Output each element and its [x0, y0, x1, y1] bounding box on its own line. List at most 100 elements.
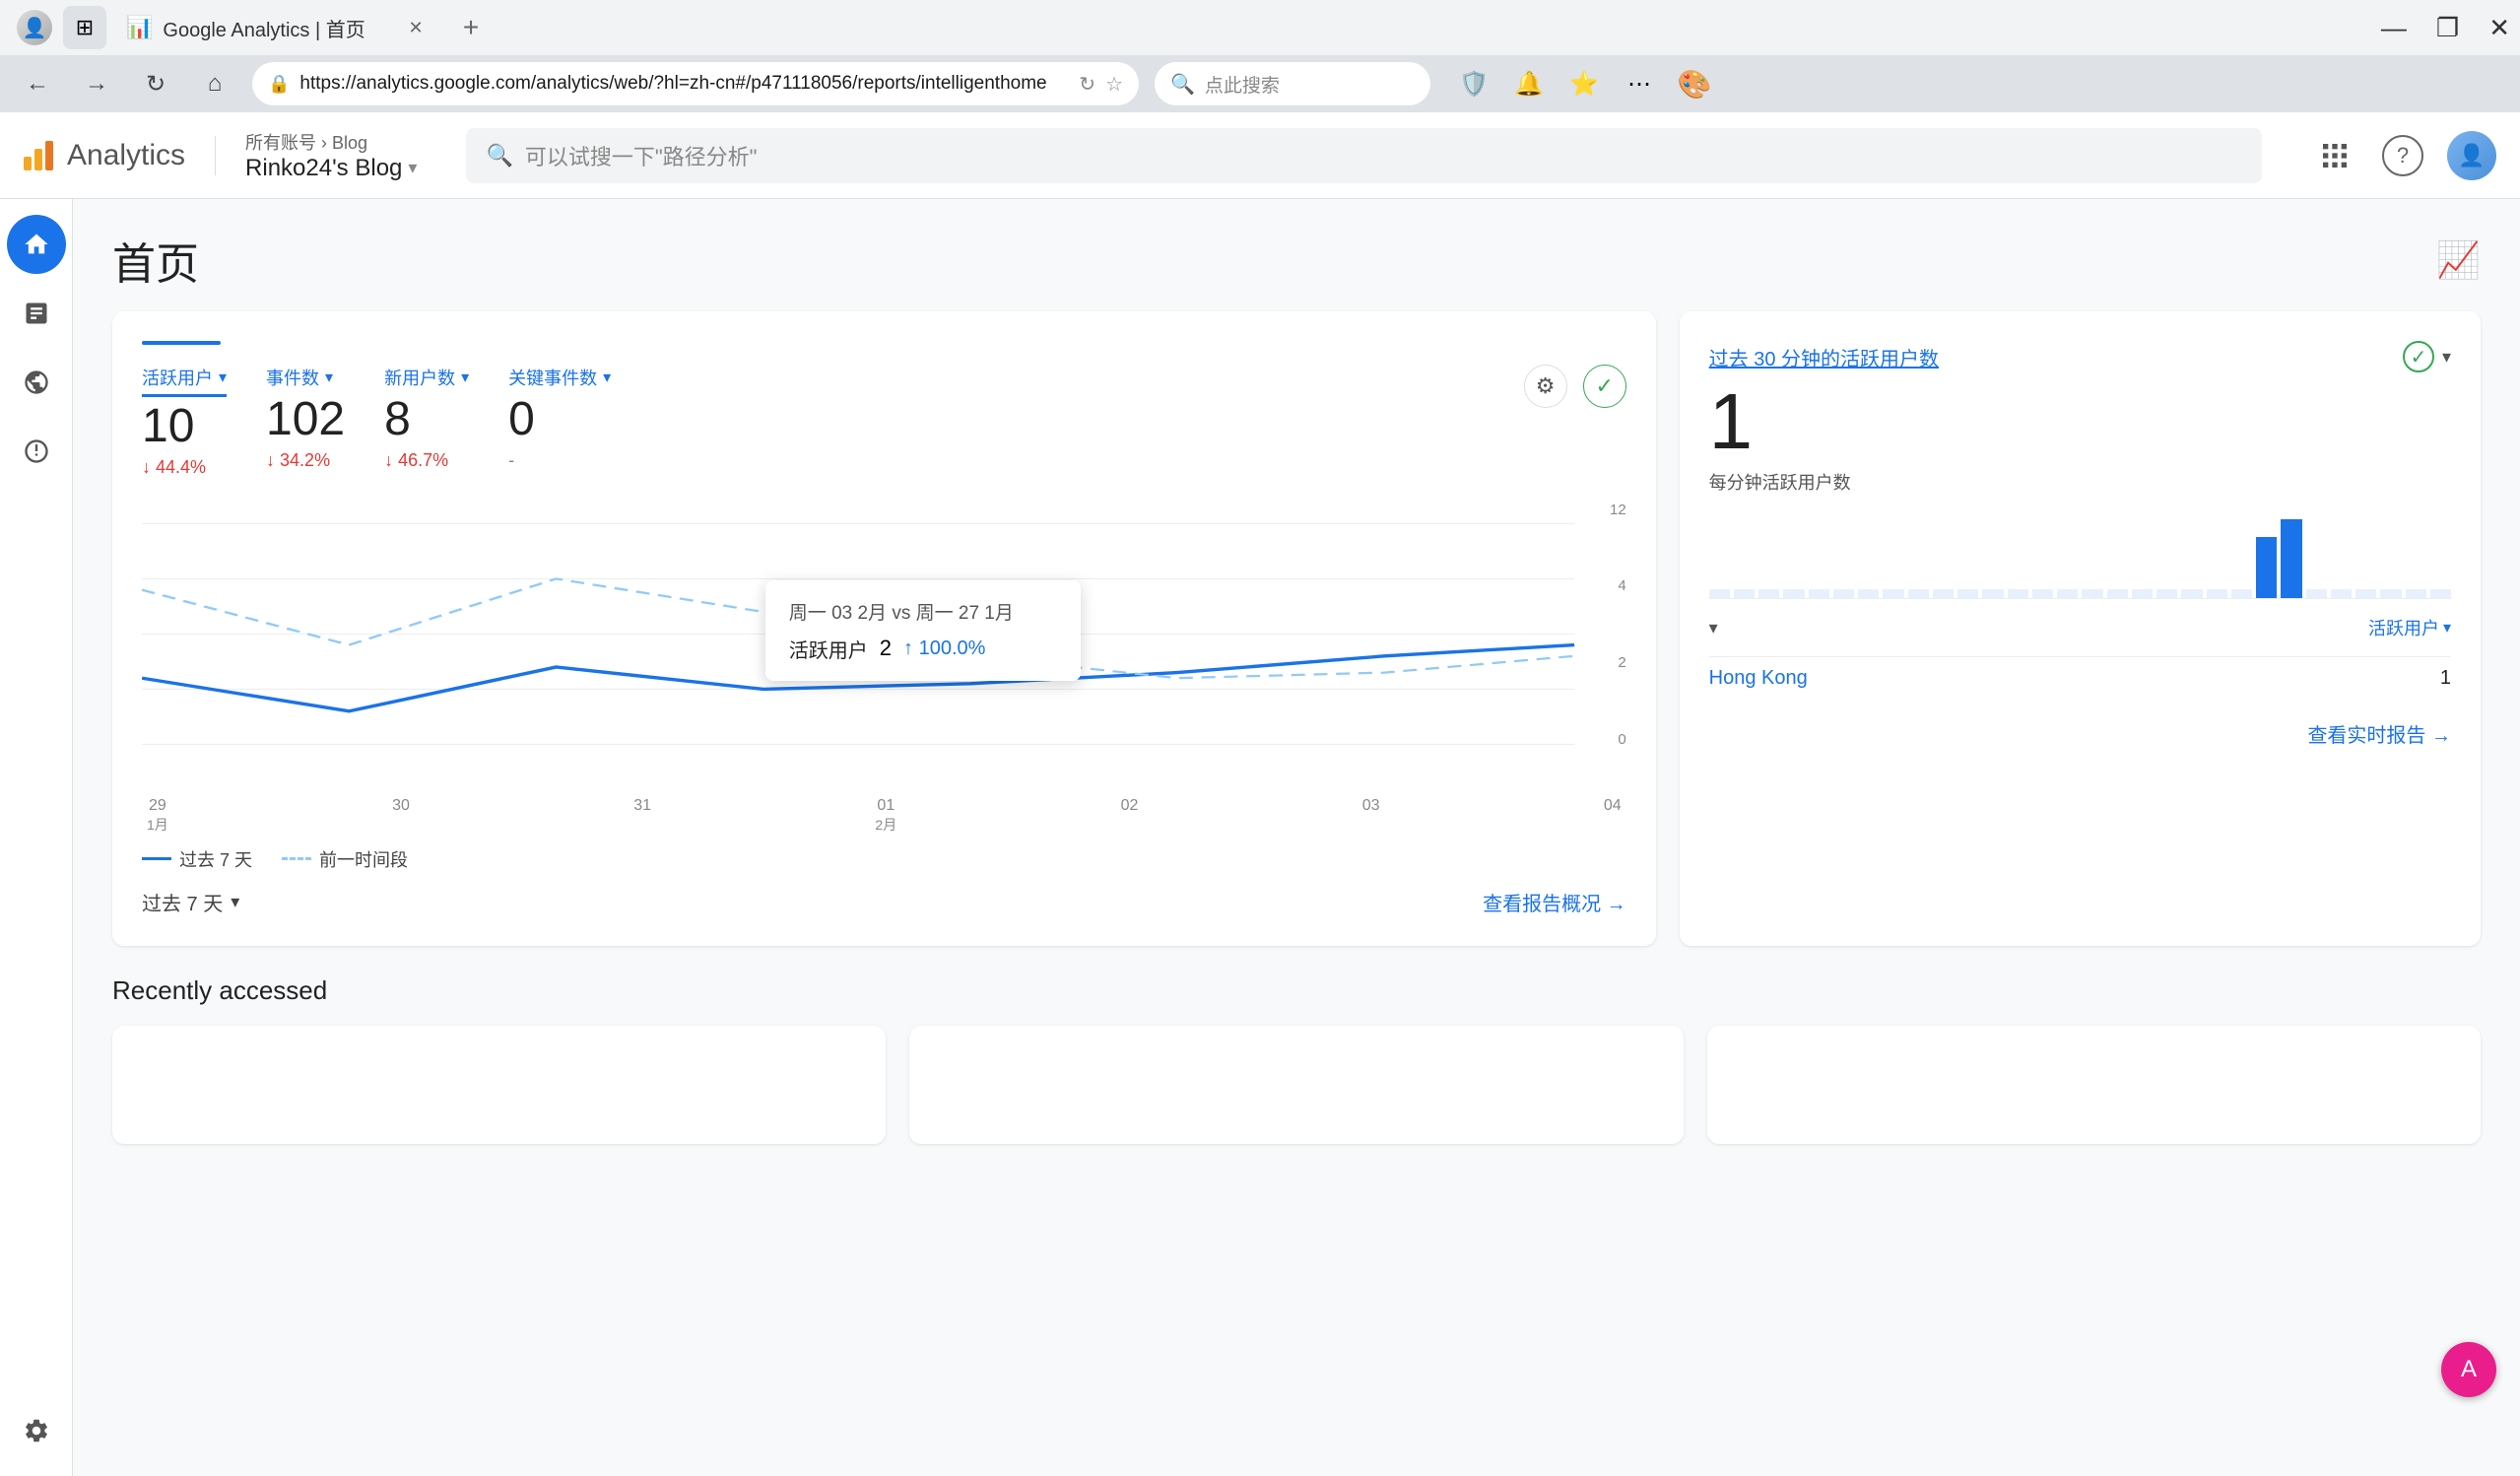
metric-new-users-label[interactable]: 新用户数 ▾: [384, 365, 469, 390]
close-btn[interactable]: ✕: [2488, 13, 2510, 43]
mini-bar-22: [2231, 589, 2252, 598]
minimize-btn[interactable]: —: [2381, 13, 2407, 43]
blog-name[interactable]: Rinko24's Blog ▾: [245, 155, 417, 182]
period-selector[interactable]: 过去 7 天 ▾: [142, 888, 239, 916]
mini-bar-21: [2207, 589, 2227, 598]
metric-events-label[interactable]: 事件数 ▾: [266, 365, 345, 390]
user-avatar[interactable]: 👤: [2447, 131, 2496, 180]
view-report-link[interactable]: 查看报告概况 →: [1483, 888, 1626, 916]
back-btn[interactable]: ←: [16, 62, 59, 105]
dropdown-arrow[interactable]: ▾: [408, 158, 417, 178]
sidebar-item-home[interactable]: [7, 215, 66, 274]
logo-icon: [24, 141, 53, 170]
ext-icon-3[interactable]: ⭐: [1566, 66, 1602, 101]
extension-icons: 🛡️ 🔔 ⭐ ⋯ 🎨: [1456, 66, 1712, 101]
mini-bar-28: [2380, 589, 2401, 598]
ext-icon-2[interactable]: 🔔: [1511, 66, 1547, 101]
realtime-card: 过去 30 分钟的活跃用户数 ✓ ▾ 1 每分钟活跃用户数: [1680, 311, 2481, 946]
realtime-metric-label: 活跃用户: [2368, 615, 2439, 640]
realtime-dropdown-btn[interactable]: ▾: [2442, 347, 2451, 368]
realtime-metric-dropdown[interactable]: ▾: [2443, 618, 2451, 637]
active-tab-indicator: [142, 341, 221, 345]
realtime-metric-selector[interactable]: 活跃用户 ▾: [2368, 615, 2451, 640]
recently-card-1[interactable]: [112, 1026, 886, 1144]
recently-card-2[interactable]: [909, 1026, 1683, 1144]
chart-y-axis: 12 4 2 0: [1602, 502, 1626, 748]
legend-line-current: [142, 857, 171, 860]
grid-view-btn[interactable]: [2311, 132, 2358, 179]
star-icon[interactable]: ☆: [1105, 72, 1123, 97]
period-dropdown-arrow[interactable]: ▾: [231, 892, 239, 912]
maximize-btn[interactable]: ❐: [2436, 13, 2459, 43]
metric-key-events-dropdown[interactable]: ▾: [603, 368, 611, 387]
tooltip-title: 周一 03 2月 vs 周一 27 1月: [789, 598, 1057, 625]
refresh-url-icon[interactable]: ↻: [1079, 72, 1095, 97]
sidebar-item-reports[interactable]: [7, 284, 66, 343]
analytics-app: Analytics 所有账号 › Blog Rinko24's Blog ▾ 🔍…: [0, 112, 2520, 1476]
recently-accessed-section: Recently accessed: [112, 975, 2481, 1144]
mini-bar-active-2: [2281, 519, 2301, 598]
mini-bar-6: [1833, 589, 1854, 598]
analytics-logo-text: Analytics: [67, 139, 185, 172]
trending-btn[interactable]: 📈: [2436, 239, 2481, 281]
mini-bar-15: [2057, 589, 2078, 598]
search-icon: 🔍: [1170, 72, 1195, 97]
refresh-btn[interactable]: ↻: [134, 62, 177, 105]
mini-bar-19: [2156, 589, 2177, 598]
realtime-period-dropdown[interactable]: ▾: [1709, 618, 1718, 637]
customize-chart-btn[interactable]: ⚙: [1524, 365, 1567, 408]
logo-bar-2: [34, 149, 42, 170]
mini-bar-30: [2430, 589, 2451, 598]
metric-new-users-dropdown[interactable]: ▾: [461, 368, 469, 387]
tab-grid-btn[interactable]: ⊞: [63, 6, 106, 49]
home-btn[interactable]: ⌂: [193, 62, 236, 105]
mini-bar-5: [1809, 589, 1829, 598]
sidebar-item-settings[interactable]: [7, 1401, 66, 1460]
card-footer: 过去 7 天 ▾ 查看报告概况 →: [142, 888, 1626, 916]
realtime-check-btn[interactable]: ✓: [2403, 341, 2434, 372]
tooltip-value: 2: [880, 636, 892, 661]
search-icon: 🔍: [486, 143, 512, 168]
metric-active-users-label[interactable]: 活跃用户 ▾: [142, 365, 227, 397]
floating-help-btn[interactable]: A: [2441, 1342, 2496, 1397]
x-label-30: 30: [392, 797, 410, 835]
new-tab-btn[interactable]: +: [449, 6, 493, 49]
chart-container: 12 4 2 0 周一 03 2月 vs 周一 27 1月 活跃用户 2 ↑ 1…: [142, 502, 1626, 777]
ext-icon-color[interactable]: 🎨: [1677, 66, 1712, 101]
check-data-btn[interactable]: ✓: [1583, 365, 1626, 408]
search-bar[interactable]: 🔍 点此搜索: [1155, 62, 1430, 105]
tab-close-btn[interactable]: ✕: [402, 14, 430, 41]
recently-title: Recently accessed: [112, 975, 2481, 1006]
header-divider: [215, 136, 216, 175]
chart-tooltip: 周一 03 2月 vs 周一 27 1月 活跃用户 2 ↑ 100.0%: [765, 580, 1081, 681]
mini-bar-25: [2306, 589, 2327, 598]
realtime-label[interactable]: 过去 30 分钟的活跃用户数: [1709, 343, 1939, 371]
recently-cards: [112, 1026, 2481, 1144]
view-realtime-link[interactable]: 查看实时报告 →: [2307, 719, 2451, 748]
help-btn[interactable]: ?: [2382, 135, 2423, 176]
recently-card-3[interactable]: [1707, 1026, 2481, 1144]
profile-icon[interactable]: 👤: [17, 10, 52, 45]
active-tab[interactable]: 📊 Google Analytics | 首页 ✕: [110, 6, 445, 49]
forward-btn[interactable]: →: [75, 62, 118, 105]
ext-icon-menu[interactable]: ⋯: [1622, 66, 1657, 101]
location-count: 1: [2440, 667, 2451, 690]
sidebar-item-explore[interactable]: [7, 353, 66, 412]
ext-icon-1[interactable]: 🛡️: [1456, 66, 1492, 101]
sidebar-item-advertising[interactable]: [7, 422, 66, 481]
mini-bar-18: [2132, 589, 2153, 598]
mini-bar-4: [1783, 589, 1804, 598]
metric-dropdown-arrow[interactable]: ▾: [219, 368, 227, 387]
mini-bar-17: [2107, 589, 2128, 598]
metric-events-dropdown[interactable]: ▾: [325, 368, 333, 387]
metric-key-events-label[interactable]: 关键事件数 ▾: [508, 365, 611, 390]
metric-key-events-value: 0: [508, 394, 611, 446]
period-label: 过去 7 天: [142, 888, 223, 916]
realtime-period-selector[interactable]: ▾: [1709, 618, 1718, 638]
address-bar[interactable]: 🔒 https://analytics.google.com/analytics…: [252, 62, 1139, 105]
realtime-check-icons: ✓ ▾: [2403, 341, 2451, 372]
metric-new-users-change: ↓ 46.7%: [384, 450, 469, 471]
tooltip-row: 活跃用户 2 ↑ 100.0%: [789, 635, 1057, 663]
blog-name-text: Rinko24's Blog: [245, 155, 402, 182]
header-search[interactable]: 🔍 可以试搜一下"路径分析": [466, 128, 2262, 183]
